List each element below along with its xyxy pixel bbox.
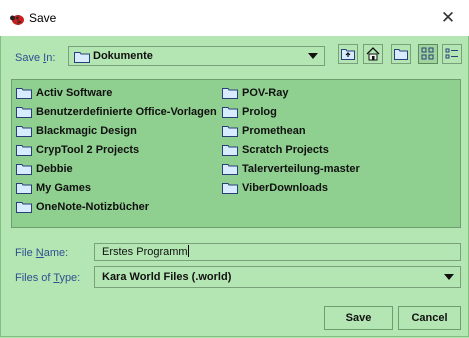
text-caret — [187, 245, 189, 257]
new-folder-button[interactable] — [391, 44, 411, 64]
folder-icon — [16, 183, 32, 194]
cancel-button[interactable]: Cancel — [398, 306, 461, 330]
folder-name: My Games — [36, 182, 92, 194]
files-of-type-value: Kara World Files (.world) — [102, 271, 232, 283]
new-folder-icon — [394, 49, 408, 60]
save-in-label: Save In: — [15, 52, 55, 64]
details-view-button[interactable] — [442, 44, 462, 64]
folder-icon — [222, 164, 238, 175]
folder-name: Promethean — [242, 125, 306, 137]
folder-icon — [16, 202, 32, 213]
file-name-input[interactable]: Erstes Programm — [94, 243, 461, 261]
save-in-label-suffix: n: — [46, 52, 56, 64]
folder-name: Prolog — [242, 106, 277, 118]
folder-name: Benutzerdefinierte Office-Vorlagen — [36, 106, 217, 118]
folder-name: ViberDownloads — [242, 182, 328, 194]
up-one-level-button[interactable] — [338, 44, 358, 64]
window-title: Save — [29, 11, 57, 25]
folder-icon — [16, 164, 32, 175]
files-of-type-dropdown[interactable]: Kara World Files (.world) — [94, 266, 461, 288]
files-of-type-label-suffix: ype: — [59, 272, 81, 284]
folder-icon — [16, 145, 32, 156]
folder-icon — [16, 88, 32, 99]
folder-name: OneNote-Notizbücher — [36, 201, 150, 213]
home-button[interactable] — [363, 44, 383, 64]
save-in-value: Dokumente — [93, 50, 153, 62]
folder-icon — [74, 52, 90, 63]
folder-icon — [16, 126, 32, 137]
home-icon — [366, 47, 380, 61]
folder-name: Scratch Projects — [242, 144, 329, 156]
file-name-label-suffix: ame: — [43, 247, 69, 259]
list-view-button[interactable] — [418, 44, 438, 64]
file-list[interactable]: Activ Software Benutzerdefinierte Office-… — [11, 79, 461, 228]
file-name-label: File Name: — [15, 247, 68, 259]
files-of-type-label: Files of Type: — [15, 272, 80, 284]
save-in-label-prefix: Save — [15, 52, 44, 64]
folder-icon — [222, 145, 238, 156]
folder-name: Debbie — [36, 163, 73, 175]
folder-icon — [222, 88, 238, 99]
file-name-value: Erstes Programm — [102, 246, 188, 258]
close-icon[interactable]: ✕ — [438, 8, 458, 28]
list-view-icon — [421, 47, 434, 60]
folder-name: Activ Software — [36, 87, 113, 99]
folder-icon — [222, 107, 238, 118]
save-in-dropdown[interactable]: Dokumente — [68, 46, 325, 66]
up-one-level-icon — [341, 49, 355, 60]
details-view-icon — [445, 48, 458, 59]
chevron-down-icon — [444, 274, 454, 280]
folder-name: Talerverteilung-master — [242, 163, 360, 175]
folder-name: Blackmagic Design — [36, 125, 137, 137]
folder-icon — [222, 183, 238, 194]
folder-name: CrypTool 2 Projects — [36, 144, 140, 156]
folder-icon — [16, 107, 32, 118]
files-of-type-label-prefix: Files of — [15, 272, 54, 284]
folder-icon — [222, 126, 238, 137]
folder-name: POV-Ray — [242, 87, 289, 99]
ladybug-app-icon — [10, 15, 24, 25]
title-bar: Save ✕ — [0, 0, 469, 36]
file-name-label-accel: N — [35, 247, 44, 259]
file-name-label-prefix: File — [15, 247, 36, 259]
save-button[interactable]: Save — [324, 306, 393, 330]
chevron-down-icon — [308, 53, 318, 59]
